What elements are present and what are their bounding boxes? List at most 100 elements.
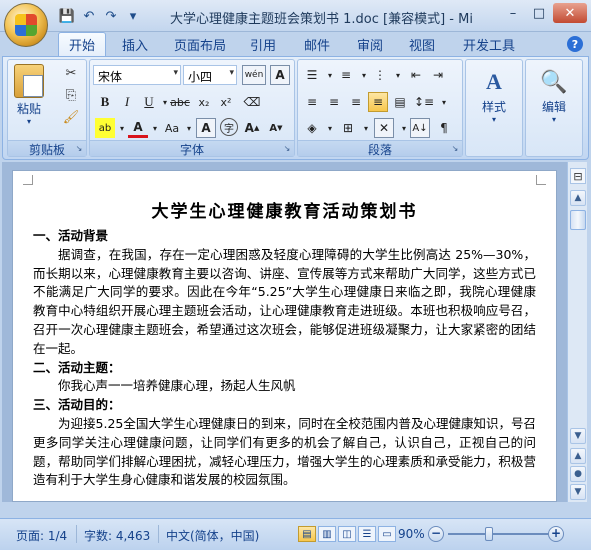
superscript-button[interactable]: x²: [216, 92, 236, 112]
tab-developer[interactable]: 开发工具: [463, 35, 515, 54]
multilevel-list-button[interactable]: ⋮: [370, 65, 390, 85]
paragraph-group: ☰ ▾ ≡ ▾ ⋮ ▾ ⇤ ⇥ ≡ ≡ ≡ ≡ ▤ ↕≡ ▾ ◈ ▾ ⊞ ▾ ✕…: [297, 59, 463, 157]
line-spacing-dropdown-icon[interactable]: ▾: [434, 92, 454, 112]
format-painter-icon[interactable]: 🖌: [62, 108, 80, 126]
character-border-button[interactable]: A: [270, 65, 290, 85]
full-screen-reading-icon[interactable]: ▥: [318, 526, 336, 542]
font-launcher-icon[interactable]: ↘: [282, 144, 292, 154]
customize-qat-icon[interactable]: ▾: [124, 7, 142, 25]
document-page[interactable]: 大学生心理健康教育活动策划书 一、活动背景 据调查，在我国，存在一定心理困惑及轻度…: [12, 170, 557, 502]
styles-group: A 样式 ▾: [465, 59, 523, 157]
shrink-font-button[interactable]: A ▼: [266, 118, 286, 138]
grow-font-button[interactable]: A ▲: [242, 118, 262, 138]
zoom-slider-thumb[interactable]: [485, 527, 493, 541]
tab-home[interactable]: 开始: [58, 32, 107, 57]
shading-dropdown-icon[interactable]: ▾: [320, 118, 340, 138]
office-button[interactable]: [4, 3, 48, 47]
tab-references[interactable]: 引用: [250, 35, 276, 54]
distributed-button[interactable]: ▤: [390, 92, 410, 112]
clear-formatting-icon[interactable]: ⌫: [242, 92, 262, 112]
line-spacing-button[interactable]: ↕≡: [414, 92, 434, 112]
tab-page-layout[interactable]: 页面布局: [174, 35, 226, 54]
document-area: 大学生心理健康教育活动策划书 一、活动背景 据调查，在我国，存在一定心理困惑及轻度…: [2, 162, 567, 502]
font-name-select[interactable]: 宋体 ▾: [93, 65, 181, 85]
character-shading-button[interactable]: A: [196, 118, 216, 138]
editing-button[interactable]: 🔍 编辑 ▾: [532, 66, 576, 124]
draft-view-icon[interactable]: ▭: [378, 526, 396, 542]
clipboard-launcher-icon[interactable]: ↘: [74, 144, 84, 154]
bold-button[interactable]: B: [95, 92, 115, 112]
status-bar: 页面: 1/4 字数: 4,463 中文(简体，中国) ▤ ▥ ◫ ☰ ▭ 90…: [0, 518, 591, 550]
select-browse-object-icon[interactable]: ●: [570, 466, 586, 482]
font-group-label: 字体: [90, 140, 294, 157]
tab-insert[interactable]: 插入: [122, 35, 148, 54]
quick-access-toolbar: 💾 ↶ ↷ ▾: [58, 7, 142, 25]
next-page-icon[interactable]: ▼: [570, 484, 586, 500]
copy-icon[interactable]: ⎘: [62, 86, 80, 104]
view-ruler-icon[interactable]: ⊟: [570, 168, 586, 184]
borders-dropdown-icon[interactable]: ▾: [356, 118, 376, 138]
web-layout-icon[interactable]: ◫: [338, 526, 356, 542]
word-count[interactable]: 字数: 4,463: [84, 527, 150, 544]
strikethrough-button[interactable]: abc: [170, 92, 190, 112]
print-layout-icon[interactable]: ▤: [298, 526, 316, 542]
close-button[interactable]: ✕: [553, 3, 587, 23]
scroll-up-icon[interactable]: ▲: [570, 190, 586, 206]
justify-button[interactable]: ≡: [368, 92, 388, 112]
styles-button[interactable]: A 样式 ▾: [472, 66, 516, 124]
paste-icon: [14, 64, 44, 98]
bullets-button[interactable]: ☰: [302, 65, 322, 85]
status-divider: [76, 525, 77, 543]
tab-review[interactable]: 审阅: [357, 35, 383, 54]
show-marks-button[interactable]: ¶: [434, 118, 454, 138]
tab-view[interactable]: 视图: [409, 35, 435, 54]
italic-button[interactable]: I: [117, 92, 137, 112]
align-right-button[interactable]: ≡: [346, 92, 366, 112]
font-size-select[interactable]: 小四 ▾: [183, 65, 237, 85]
zoom-in-button[interactable]: +: [548, 526, 564, 542]
multilevel-dropdown-icon[interactable]: ▾: [388, 65, 408, 85]
sort-button[interactable]: A↓: [410, 118, 430, 138]
zoom-level[interactable]: 90%: [398, 527, 425, 541]
page-indicator[interactable]: 页面: 1/4: [16, 527, 67, 544]
zoom-slider-track[interactable]: [448, 533, 548, 535]
scroll-down-icon[interactable]: ▼: [570, 428, 586, 444]
clipboard-group: 粘贴 ▾ ✂ ⎘ 🖌 剪贴板 ↘: [7, 59, 87, 157]
paste-button[interactable]: 粘贴 ▾: [14, 64, 44, 126]
align-left-button[interactable]: ≡: [302, 92, 322, 112]
subscript-button[interactable]: x₂: [194, 92, 214, 112]
ribbon-tabs: 开始 插入 页面布局 引用 邮件 审阅 视图 开发工具 ?: [0, 32, 591, 57]
increase-indent-button[interactable]: ⇥: [428, 65, 448, 85]
previous-page-icon[interactable]: ▲: [570, 448, 586, 464]
save-icon[interactable]: 💾: [58, 7, 76, 25]
outline-view-icon[interactable]: ☰: [358, 526, 376, 542]
scroll-thumb[interactable]: [570, 210, 586, 230]
redo-icon[interactable]: ↷: [102, 7, 120, 25]
numbering-button[interactable]: ≡: [336, 65, 356, 85]
zoom-out-button[interactable]: −: [428, 526, 444, 542]
editing-group: 🔍 编辑 ▾: [525, 59, 583, 157]
align-center-button[interactable]: ≡: [324, 92, 344, 112]
help-icon[interactable]: ?: [567, 36, 583, 52]
enclose-characters-button[interactable]: 字: [220, 118, 238, 136]
language-indicator[interactable]: 中文(简体，中国): [166, 527, 259, 544]
title-bar: 💾 ↶ ↷ ▾ 大学心理健康主题班会策划书 1.doc [兼容模式] - Mi …: [0, 0, 591, 47]
tab-mailings[interactable]: 邮件: [304, 35, 330, 54]
maximize-button[interactable]: □: [527, 3, 551, 23]
phonetic-guide-button[interactable]: wén: [242, 65, 266, 85]
paragraph-launcher-icon[interactable]: ↘: [450, 144, 460, 154]
font-name-value: 宋体: [98, 70, 123, 84]
decrease-indent-button[interactable]: ⇤: [406, 65, 426, 85]
vertical-scrollbar[interactable]: ▲ ▼ ▲ ● ▼: [567, 162, 587, 502]
section-heading: 二、活动主题：: [33, 359, 121, 375]
body-paragraph: 为迎接5.25全国大学生心理健康日的到来，同时在全校范围内普及心理健康知识，号召…: [33, 415, 536, 488]
office-logo-icon: [15, 14, 37, 36]
window-controls: – □ ✕: [501, 3, 587, 23]
chinese-layout-button[interactable]: ✕: [374, 118, 394, 138]
minimize-button[interactable]: –: [501, 3, 525, 23]
document-body: 一、活动背景 据调查，在我国，存在一定心理困惑及轻度心理障碍的大学生比例高达 25…: [33, 227, 536, 490]
borders-button[interactable]: ⊞: [338, 118, 358, 138]
undo-icon[interactable]: ↶: [80, 7, 98, 25]
shading-button[interactable]: ◈: [302, 118, 322, 138]
cut-icon[interactable]: ✂: [62, 64, 80, 82]
